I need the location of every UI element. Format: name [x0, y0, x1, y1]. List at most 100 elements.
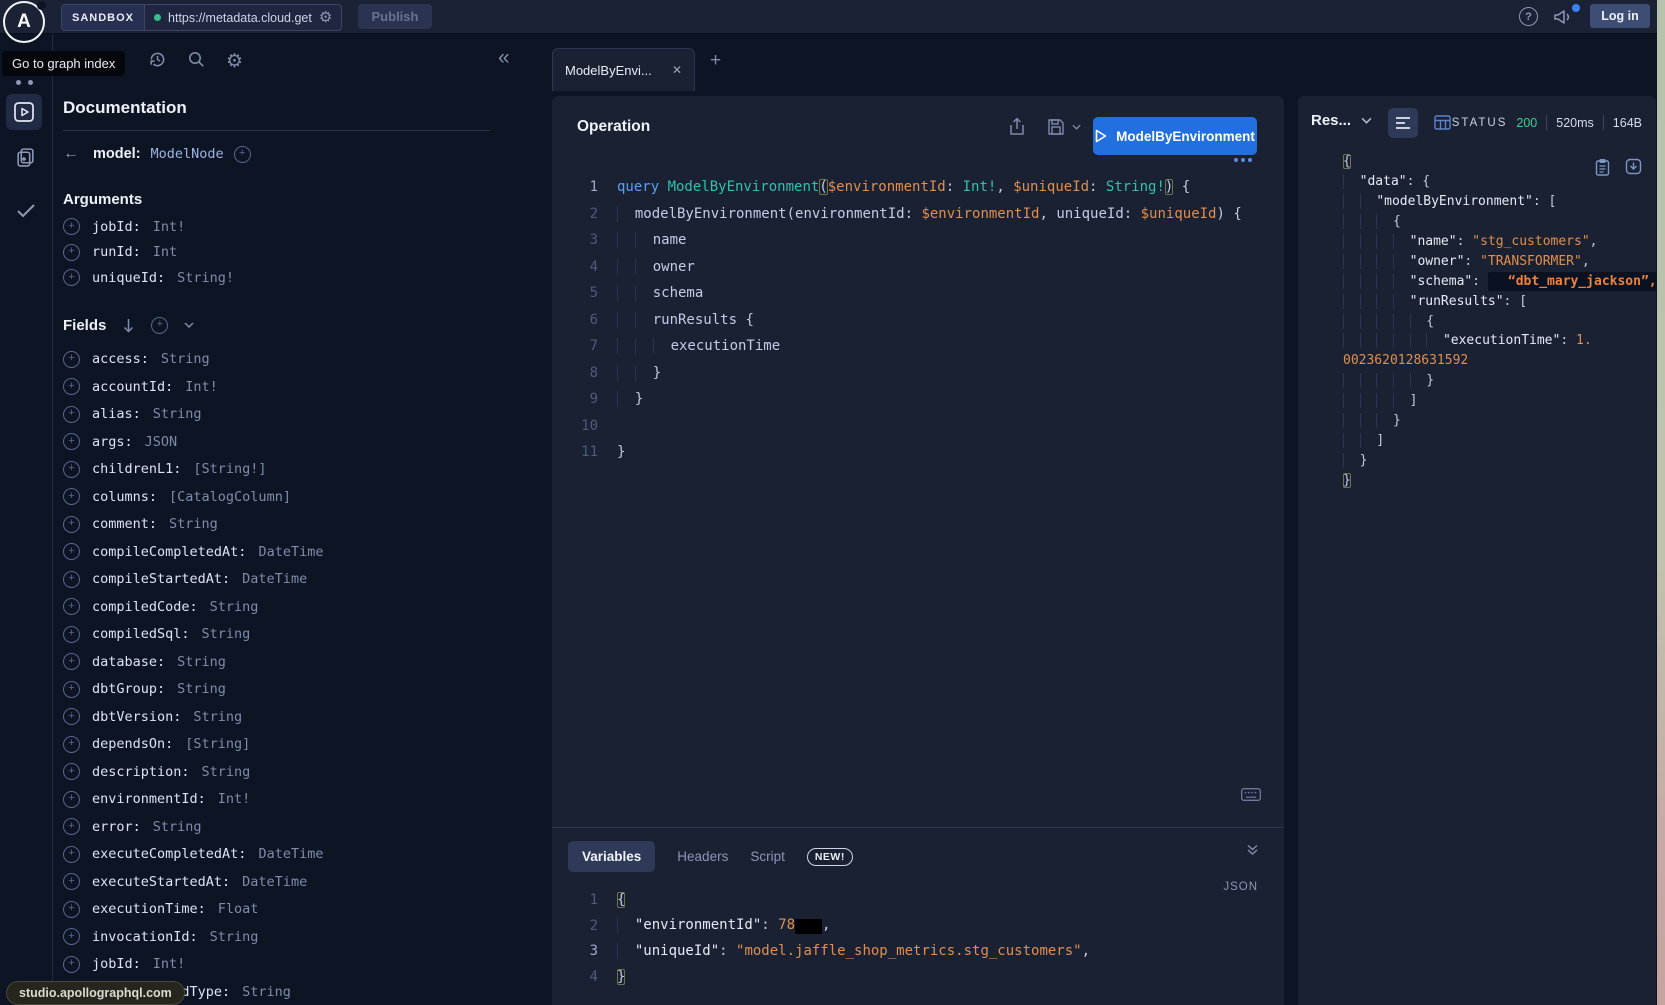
- code-line[interactable]: 11}: [552, 439, 1284, 466]
- code-line[interactable]: 5 schema: [552, 280, 1284, 307]
- collapse-panel-icon[interactable]: «: [498, 46, 510, 70]
- field-row[interactable]: error:String: [63, 813, 490, 841]
- apollo-logo[interactable]: A: [3, 1, 45, 43]
- tab-headers[interactable]: Headers: [677, 849, 728, 864]
- add-field-icon[interactable]: [63, 433, 80, 450]
- add-field-icon[interactable]: [63, 269, 80, 286]
- code-line[interactable]: }: [1324, 371, 1650, 391]
- settings-gear-icon[interactable]: ⚙: [226, 50, 243, 73]
- tab-modelbyenvironment[interactable]: ModelByEnvi... ✕: [552, 48, 695, 91]
- add-field-icon[interactable]: [63, 873, 80, 890]
- add-field-icon[interactable]: [63, 461, 80, 478]
- field-row[interactable]: childrenL1:[String!]: [63, 456, 490, 484]
- fields-chevron-icon[interactable]: [184, 322, 194, 328]
- field-row[interactable]: jobId:Int!: [63, 951, 490, 979]
- field-row[interactable]: compileCompletedAt:DateTime: [63, 538, 490, 566]
- code-line[interactable]: "executionTime": 1.: [1324, 331, 1650, 351]
- copy-response-icon[interactable]: [1595, 158, 1610, 176]
- code-line[interactable]: }: [1324, 411, 1650, 431]
- add-field-icon[interactable]: [63, 244, 80, 261]
- add-field-icon[interactable]: [63, 543, 80, 560]
- code-line[interactable]: 1{: [552, 887, 1284, 913]
- search-icon[interactable]: [187, 50, 205, 68]
- add-all-fields-icon[interactable]: [234, 146, 251, 163]
- field-row[interactable]: compiledSql:String: [63, 621, 490, 649]
- code-line[interactable]: }: [1324, 470, 1650, 490]
- login-button[interactable]: Log in: [1590, 4, 1650, 28]
- field-row[interactable]: accountId:Int!: [63, 373, 490, 401]
- code-line[interactable]: 4 owner: [552, 254, 1284, 281]
- tab-close-icon[interactable]: ✕: [672, 63, 682, 77]
- add-field-icon[interactable]: [63, 598, 80, 615]
- code-line[interactable]: "schema": “dbt_mary_jackson”,: [1324, 271, 1650, 291]
- field-row[interactable]: access:String: [63, 346, 490, 374]
- code-line[interactable]: 8 }: [552, 360, 1284, 387]
- endpoint-settings-icon[interactable]: ⚙: [319, 10, 332, 25]
- new-tab-icon[interactable]: +: [710, 50, 721, 72]
- collapse-variables-icon[interactable]: [1246, 844, 1259, 856]
- sidebar-item-collections[interactable]: [15, 147, 36, 168]
- code-line[interactable]: 1query ModelByEnvironment($environmentId…: [552, 174, 1284, 201]
- field-row[interactable]: comment:String: [63, 511, 490, 539]
- history-icon[interactable]: [148, 50, 167, 69]
- field-row[interactable]: uniqueId:String!: [63, 265, 490, 291]
- add-field-icon[interactable]: [63, 818, 80, 835]
- endpoint-url-input[interactable]: https://metadata.cloud.get: [168, 11, 312, 25]
- operation-editor[interactable]: 1query ModelByEnvironment($environmentId…: [552, 174, 1284, 466]
- code-line[interactable]: {: [1324, 212, 1650, 232]
- download-response-icon[interactable]: [1625, 158, 1642, 175]
- sidebar-item-explorer[interactable]: [6, 94, 42, 130]
- add-field-icon[interactable]: [63, 956, 80, 973]
- run-operation-button[interactable]: ModelByEnvironment: [1093, 117, 1257, 155]
- sidebar-item-checks[interactable]: [15, 199, 37, 221]
- field-row[interactable]: invocationId:String: [63, 923, 490, 951]
- sort-fields-icon[interactable]: [122, 318, 135, 333]
- field-row[interactable]: executeCompletedAt:DateTime: [63, 841, 490, 869]
- code-line[interactable]: 4}: [552, 964, 1284, 990]
- add-field-icon[interactable]: [63, 791, 80, 808]
- add-field-icon[interactable]: [63, 653, 80, 670]
- field-row[interactable]: compileStartedAt:DateTime: [63, 566, 490, 594]
- raw-view-toggle[interactable]: [1388, 108, 1418, 138]
- code-line[interactable]: 7 executionTime: [552, 333, 1284, 360]
- code-line[interactable]: 3 name: [552, 227, 1284, 254]
- publish-button[interactable]: Publish: [358, 4, 432, 29]
- response-title[interactable]: Res...: [1311, 112, 1372, 129]
- field-row[interactable]: dbtVersion:String: [63, 703, 490, 731]
- add-field-icon[interactable]: [63, 218, 80, 235]
- field-row[interactable]: executeStartedAt:DateTime: [63, 868, 490, 896]
- code-line[interactable]: 2 "environmentId": 78 ,: [552, 913, 1284, 939]
- code-line[interactable]: "owner": "TRANSFORMER",: [1324, 251, 1650, 271]
- code-line[interactable]: 10: [552, 413, 1284, 440]
- code-line[interactable]: ]: [1324, 391, 1650, 411]
- editor-menu-icon[interactable]: [1234, 158, 1252, 162]
- add-field-icon[interactable]: [63, 571, 80, 588]
- field-row[interactable]: jobId:Int!: [63, 214, 490, 240]
- save-chevron-icon[interactable]: [1072, 124, 1081, 130]
- endpoint-url-group[interactable]: https://metadata.cloud.get ⚙: [145, 5, 341, 30]
- keyboard-shortcuts-icon[interactable]: [1241, 788, 1261, 801]
- add-field-icon[interactable]: [63, 351, 80, 368]
- tab-script[interactable]: Script: [750, 849, 785, 864]
- add-field-icon[interactable]: [63, 681, 80, 698]
- field-row[interactable]: alias:String: [63, 401, 490, 429]
- field-row[interactable]: dbtGroup:String: [63, 676, 490, 704]
- variables-editor[interactable]: 1{2 "environmentId": 78 ,3 "uniqueId": "…: [552, 887, 1284, 990]
- breadcrumb-type-link[interactable]: ModelNode: [151, 146, 224, 162]
- add-field-icon[interactable]: [63, 378, 80, 395]
- tab-variables[interactable]: Variables: [568, 841, 655, 872]
- add-field-icon[interactable]: [63, 488, 80, 505]
- response-body[interactable]: { "data": { "modelByEnvironment": [ { "n…: [1324, 152, 1650, 490]
- help-icon[interactable]: ?: [1519, 7, 1538, 26]
- field-row[interactable]: dependsOn:[String]: [63, 731, 490, 759]
- back-arrow-icon[interactable]: ←: [63, 145, 79, 163]
- add-field-icon[interactable]: [63, 626, 80, 643]
- add-field-icon[interactable]: [63, 846, 80, 863]
- table-view-icon[interactable]: [1434, 115, 1451, 130]
- add-field-icon[interactable]: [63, 928, 80, 945]
- add-field-icon[interactable]: [63, 736, 80, 753]
- code-line[interactable]: ]: [1324, 430, 1650, 450]
- add-field-icon[interactable]: [63, 516, 80, 533]
- field-row[interactable]: database:String: [63, 648, 490, 676]
- add-fields-icon[interactable]: [151, 317, 168, 334]
